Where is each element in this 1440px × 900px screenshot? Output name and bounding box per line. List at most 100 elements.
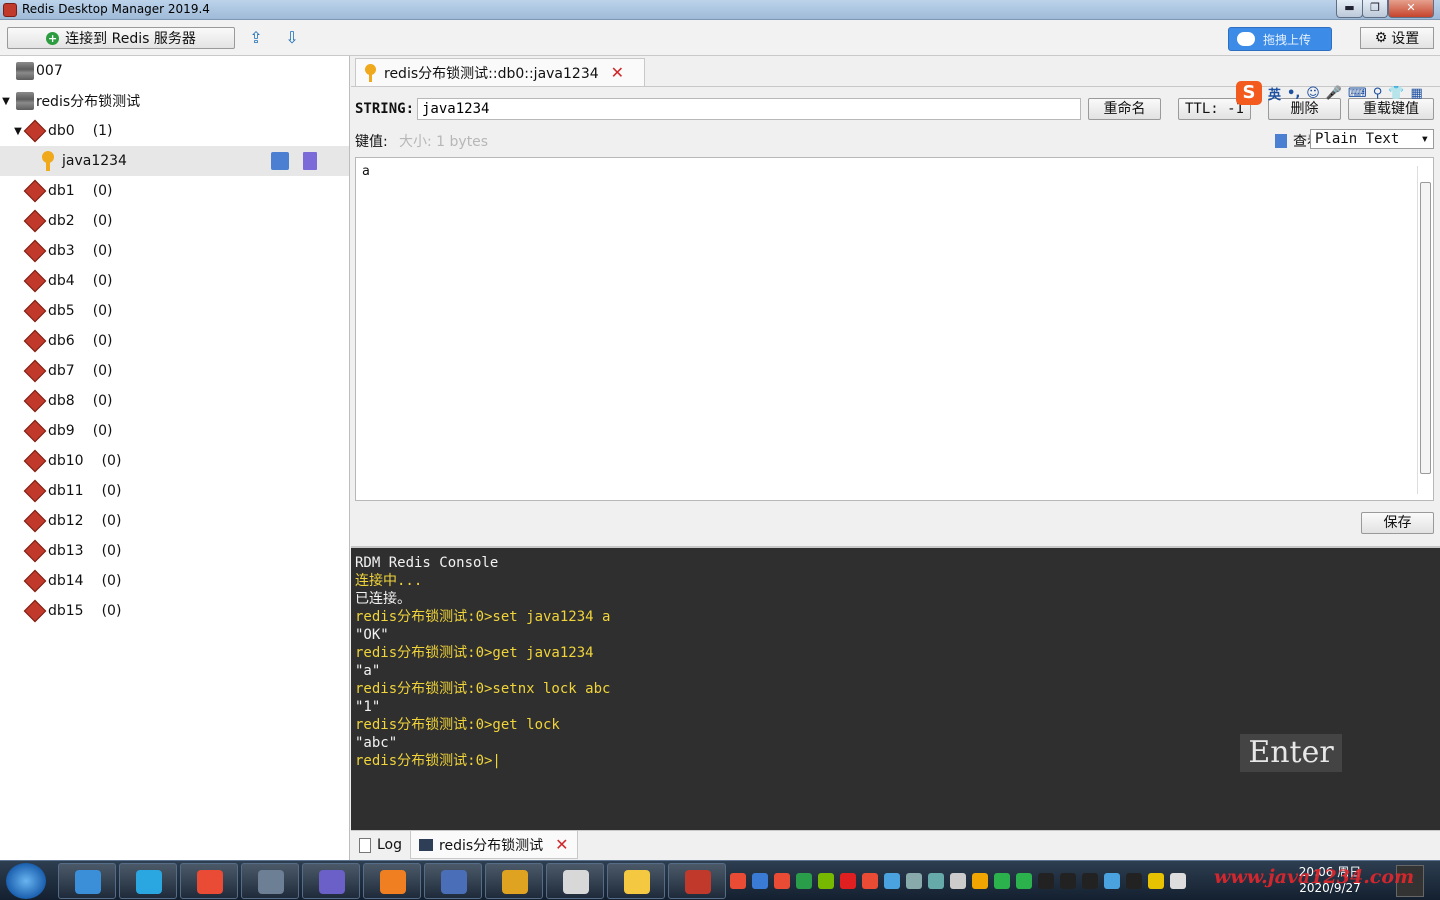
tray-icon[interactable] xyxy=(1104,873,1120,889)
ime-mode-toggle[interactable]: 英 xyxy=(1268,84,1281,103)
taskbar-app-button[interactable] xyxy=(241,863,299,899)
connect-server-button[interactable]: + 连接到 Redis 服务器 xyxy=(7,27,235,49)
emoji-icon[interactable]: ☺ xyxy=(1306,86,1320,101)
tray-icon[interactable] xyxy=(1016,873,1032,889)
taskbar-app-button[interactable] xyxy=(424,863,482,899)
tree-db-db1[interactable]: db1 (0) xyxy=(0,176,349,206)
database-icon xyxy=(24,602,46,620)
delete-key-icon[interactable] xyxy=(303,152,317,170)
tray-icon[interactable] xyxy=(752,873,768,889)
tree-db-db8[interactable]: db8 (0) xyxy=(0,386,349,416)
tree-db-db2[interactable]: db2 (0) xyxy=(0,206,349,236)
tray-icon[interactable] xyxy=(1170,873,1186,889)
tree-db-db4[interactable]: db4 (0) xyxy=(0,266,349,296)
taskbar-app-button[interactable] xyxy=(607,863,665,899)
tree-key-java1234[interactable]: java1234 xyxy=(0,146,349,176)
skin-icon[interactable]: 👕 xyxy=(1388,86,1404,101)
tree-db-db15[interactable]: db15 (0) xyxy=(0,596,349,626)
tray-icon[interactable] xyxy=(862,873,878,889)
tab-console[interactable]: redis分布锁测试 ✕ xyxy=(410,831,578,859)
maximize-button[interactable]: ❐ xyxy=(1362,0,1388,18)
tree-db-db13[interactable]: db13 (0) xyxy=(0,536,349,566)
tree-db-db10[interactable]: db10 (0) xyxy=(0,446,349,476)
tray-icon[interactable] xyxy=(1060,873,1076,889)
expand-arrow-icon[interactable]: ▼ xyxy=(0,96,12,107)
minimize-button[interactable]: ▬ xyxy=(1336,0,1363,18)
taskbar-app-button[interactable] xyxy=(119,863,177,899)
tray-icon[interactable] xyxy=(928,873,944,889)
microphone-icon[interactable]: 🎤 xyxy=(1326,86,1342,101)
tray-icon[interactable] xyxy=(818,873,834,889)
value-textarea[interactable]: a xyxy=(355,157,1434,501)
view-mode-select[interactable]: Plain Text ▾ xyxy=(1310,129,1434,149)
tray-icon[interactable] xyxy=(1082,873,1098,889)
taskbar-app-button[interactable] xyxy=(58,863,116,899)
close-tab-icon[interactable]: ✕ xyxy=(611,63,624,82)
console-line: "OK" xyxy=(355,627,389,643)
tree-db-db11[interactable]: db11 (0) xyxy=(0,476,349,506)
db-name: db15 xyxy=(48,603,84,619)
db-name: db0 xyxy=(48,123,75,139)
tree-db-db5[interactable]: db5 (0) xyxy=(0,296,349,326)
key-name-input[interactable] xyxy=(417,98,1081,120)
app-icon xyxy=(75,870,101,894)
tray-icon[interactable] xyxy=(730,873,746,889)
ime-punct-toggle[interactable]: •, xyxy=(1287,86,1300,101)
tray-icon[interactable] xyxy=(950,873,966,889)
tray-icon[interactable] xyxy=(796,873,812,889)
close-tab-icon[interactable]: ✕ xyxy=(555,835,568,854)
tray-icon[interactable] xyxy=(906,873,922,889)
tree-db-db12[interactable]: db12 (0) xyxy=(0,506,349,536)
tree-server-007[interactable]: 007 xyxy=(0,56,349,86)
tree-server-redis[interactable]: ▼ redis分布锁测试 xyxy=(0,86,349,116)
db-key-count: (0) xyxy=(92,213,113,229)
settings-button[interactable]: ⚙ 设置 xyxy=(1360,27,1434,49)
tray-icon[interactable] xyxy=(840,873,856,889)
value-scrollbar[interactable] xyxy=(1417,166,1431,494)
window-title: Redis Desktop Manager 2019.4 xyxy=(22,2,210,16)
tab-key-editor[interactable]: redis分布锁测试::db0::java1234 ✕ xyxy=(355,58,645,86)
tray-icon[interactable] xyxy=(1126,873,1142,889)
tab-log[interactable]: Log xyxy=(351,831,410,859)
taskbar-app-button[interactable] xyxy=(668,863,726,899)
cloud-upload-button[interactable]: 拖拽上传 xyxy=(1228,27,1332,51)
tray-icon[interactable] xyxy=(1148,873,1164,889)
tree-db-db14[interactable]: db14 (0) xyxy=(0,566,349,596)
tray-icon[interactable] xyxy=(994,873,1010,889)
console-line: "a" xyxy=(355,663,381,679)
import-icon[interactable]: ⇪ xyxy=(246,28,266,48)
edit-key-icon[interactable] xyxy=(271,152,289,170)
close-window-button[interactable]: ✕ xyxy=(1388,0,1434,18)
start-button[interactable] xyxy=(6,863,46,899)
save-button[interactable]: 保存 xyxy=(1361,512,1434,534)
grid-icon[interactable]: ▦ xyxy=(1411,86,1423,101)
cloud-icon xyxy=(1237,32,1255,46)
tree-db-db6[interactable]: db6 (0) xyxy=(0,326,349,356)
sogou-logo-icon[interactable]: S xyxy=(1236,81,1262,105)
taskbar-app-button[interactable] xyxy=(302,863,360,899)
tray-icon[interactable] xyxy=(884,873,900,889)
console-line: redis分布锁测试:0>setnx lock abc xyxy=(355,681,611,697)
view-icon xyxy=(1275,134,1287,148)
tree-db-db7[interactable]: db7 (0) xyxy=(0,356,349,386)
app-logo-icon xyxy=(3,3,17,17)
tray-icon[interactable] xyxy=(1038,873,1054,889)
toolbox-icon[interactable]: ⚲ xyxy=(1373,86,1383,101)
redis-console[interactable]: RDM Redis Console 连接中... 已连接。 redis分布锁测试:0>… xyxy=(351,546,1440,830)
taskbar-app-button[interactable] xyxy=(180,863,238,899)
rename-button[interactable]: 重命名 xyxy=(1088,98,1161,120)
keyboard-icon[interactable]: ⌨ xyxy=(1348,86,1367,101)
export-icon[interactable]: ⇩ xyxy=(282,28,302,48)
taskbar-app-button[interactable] xyxy=(485,863,543,899)
console-line: 连接中... xyxy=(355,573,423,589)
expand-arrow-icon[interactable]: ▼ xyxy=(12,126,24,137)
tree-db-db0[interactable]: ▼ db0 (1) xyxy=(0,116,349,146)
taskbar-app-button[interactable] xyxy=(546,863,604,899)
taskbar-app-button[interactable] xyxy=(363,863,421,899)
tray-icon[interactable] xyxy=(972,873,988,889)
key-icon xyxy=(40,151,56,171)
watermark-text: www.java1234.com xyxy=(1214,866,1415,888)
tray-icon[interactable] xyxy=(774,873,790,889)
tree-db-db9[interactable]: db9 (0) xyxy=(0,416,349,446)
tree-db-db3[interactable]: db3 (0) xyxy=(0,236,349,266)
